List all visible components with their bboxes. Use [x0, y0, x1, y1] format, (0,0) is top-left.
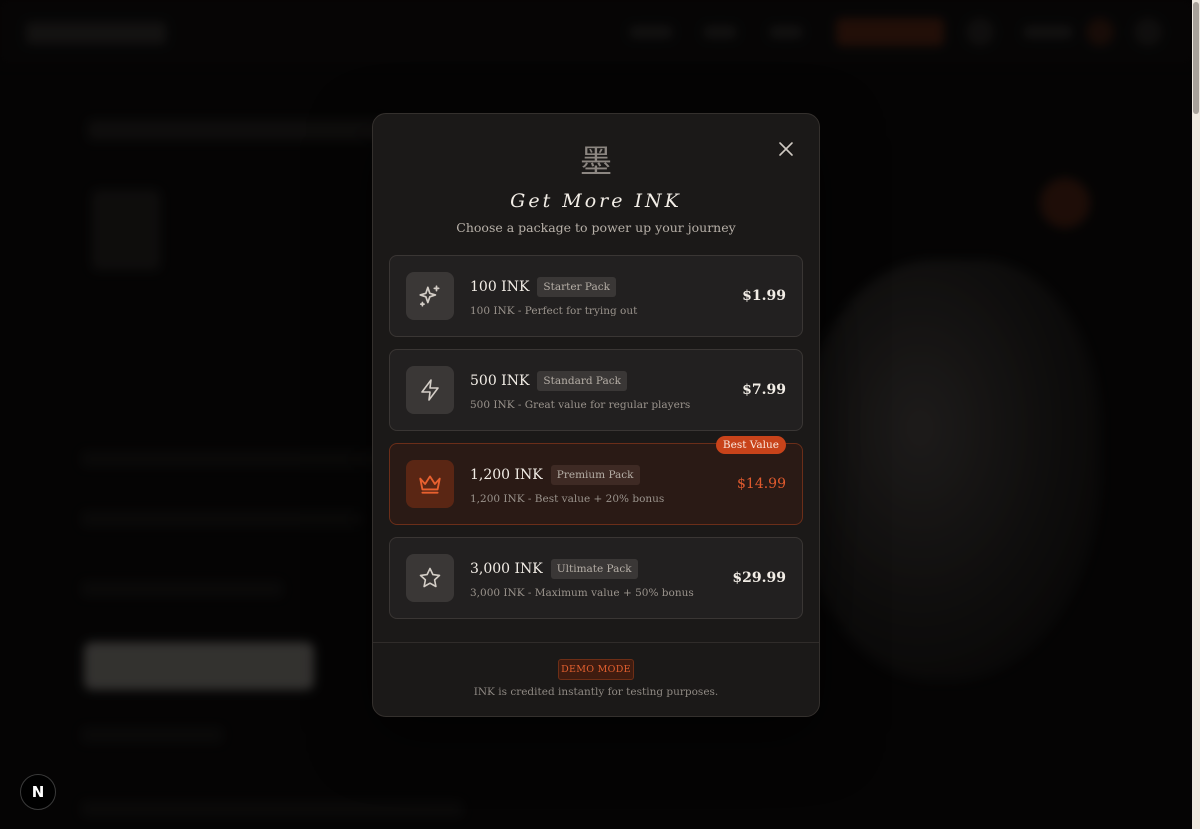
package-tag: Standard Pack	[537, 371, 628, 391]
package-amount: 100 INK Starter Pack	[470, 277, 617, 297]
sparkles-icon	[406, 272, 454, 320]
package-standard[interactable]: 500 INK Standard Pack 500 INK - Great val…	[389, 349, 803, 431]
package-premium[interactable]: Best Value 1,200 INK Premium Pack 1,200 I…	[389, 436, 803, 525]
demo-note: INK is credited instantly for testing pu…	[473, 686, 719, 698]
package-tag: Ultimate Pack	[550, 559, 638, 579]
package-description: 100 INK - Perfect for trying out	[470, 305, 638, 317]
framework-badge-label: N	[31, 783, 45, 801]
framework-badge[interactable]: N	[20, 774, 56, 810]
package-amount: 1,200 INK Premium Pack	[470, 465, 640, 485]
package-amount: 3,000 INK Ultimate Pack	[470, 559, 638, 579]
modal-divider	[373, 642, 819, 643]
demo-mode-badge: DEMO MODE	[558, 659, 634, 680]
package-description: 1,200 INK - Best value + 20% bonus	[470, 493, 665, 505]
best-value-badge: Best Value	[715, 436, 786, 454]
crown-icon	[406, 460, 454, 508]
get-ink-modal: 墨 Get More INK Choose a package to power…	[372, 113, 820, 717]
modal-title: Get More INK	[510, 190, 682, 212]
package-ultimate[interactable]: 3,000 INK Ultimate Pack 3,000 INK - Maxim…	[389, 537, 803, 619]
package-tag: Starter Pack	[537, 277, 617, 297]
star-icon	[406, 554, 454, 602]
page-scrollbar[interactable]	[1192, 0, 1200, 829]
modal-subtitle: Choose a package to power up your journe…	[456, 220, 736, 235]
package-amount-text: 3,000 INK	[470, 561, 543, 577]
scrollbar-thumb[interactable]	[1193, 2, 1199, 114]
package-description: 500 INK - Great value for regular player…	[470, 399, 691, 411]
package-amount-text: 1,200 INK	[470, 467, 543, 483]
package-price: $29.99	[732, 570, 786, 586]
ink-kanji: 墨	[579, 142, 612, 180]
package-starter[interactable]: 100 INK Starter Pack 100 INK - Perfect fo…	[389, 255, 803, 337]
package-price: $14.99	[737, 476, 786, 492]
lightning-icon	[406, 366, 454, 414]
package-amount-text: 100 INK	[470, 279, 530, 295]
package-tag: Premium Pack	[550, 465, 640, 485]
package-description: 3,000 INK - Maximum value + 50% bonus	[470, 587, 694, 599]
package-amount-text: 500 INK	[470, 373, 530, 389]
package-price: $1.99	[742, 288, 786, 304]
package-amount: 500 INK Standard Pack	[470, 371, 628, 391]
package-price: $7.99	[742, 382, 786, 398]
